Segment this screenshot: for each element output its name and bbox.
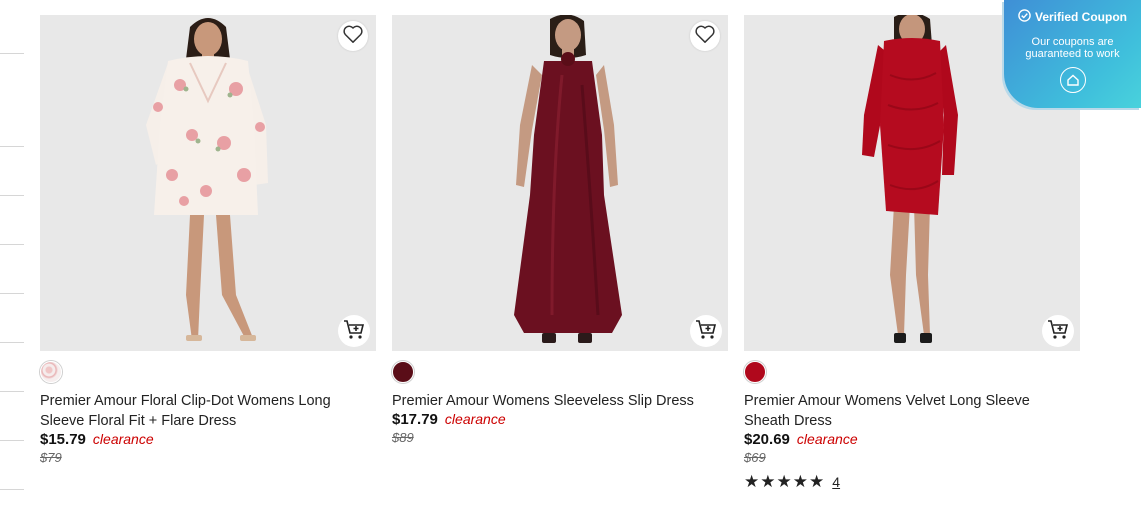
star-icon: ★	[760, 472, 776, 491]
star-icon: ★	[792, 472, 808, 491]
divider	[0, 342, 24, 343]
add-to-cart-button[interactable]	[690, 315, 722, 347]
sale-price: $17.79	[392, 411, 438, 428]
divider	[0, 391, 24, 392]
star-icon: ★	[809, 472, 825, 491]
product-title[interactable]: Premier Amour Floral Clip-Dot Womens Lon…	[40, 391, 360, 431]
add-to-cart-button[interactable]	[338, 315, 370, 347]
add-to-cart-icon	[1046, 318, 1070, 345]
review-count-link[interactable]: 4	[832, 474, 840, 490]
shield-home-icon	[1059, 67, 1086, 93]
price-row: $20.69 clearance	[744, 429, 858, 450]
product-card: Premier Amour Floral Clip-Dot Womens Lon…	[40, 15, 376, 465]
divider	[0, 293, 24, 294]
verified-coupon-widget[interactable]: Verified Coupon Our coupons are guarante…	[1004, 0, 1141, 108]
sale-price: $20.69	[744, 431, 790, 448]
product-image[interactable]	[40, 15, 376, 351]
original-price: $69	[744, 450, 766, 465]
clearance-label: clearance	[92, 431, 154, 447]
favorite-button[interactable]	[338, 21, 368, 51]
color-swatch[interactable]	[40, 361, 62, 383]
product-title[interactable]: Premier Amour Womens Sleeveless Slip Dre…	[392, 391, 712, 411]
clearance-label: clearance	[796, 431, 858, 447]
add-to-cart-button[interactable]	[1042, 315, 1074, 347]
star-icon: ★	[744, 472, 760, 491]
product-card: Premier Amour Womens Sleeveless Slip Dre…	[392, 15, 728, 445]
coupon-line: guaranteed to work	[1025, 48, 1120, 60]
heart-outline-icon	[694, 24, 716, 49]
clearance-label: clearance	[444, 411, 506, 427]
divider	[0, 440, 24, 441]
divider	[0, 489, 24, 490]
coupon-subtitle: Our coupons are guaranteed to work	[1004, 36, 1141, 60]
heart-outline-icon	[342, 24, 364, 49]
favorite-button[interactable]	[690, 21, 720, 51]
original-price: $79	[40, 450, 62, 465]
price-row: $15.79 clearance	[40, 429, 154, 450]
divider	[0, 146, 24, 147]
color-swatch[interactable]	[392, 361, 414, 383]
product-image[interactable]	[392, 15, 728, 351]
color-swatch[interactable]	[744, 361, 766, 383]
add-to-cart-icon	[342, 318, 366, 345]
star-icon: ★	[776, 472, 792, 491]
divider	[0, 195, 24, 196]
divider	[0, 53, 24, 54]
original-price: $89	[392, 430, 414, 445]
coupon-title: Verified Coupon	[1034, 10, 1127, 24]
divider	[0, 244, 24, 245]
product-title[interactable]: Premier Amour Womens Velvet Long Sleeve …	[744, 391, 1064, 431]
star-rating: ★ ★ ★ ★ ★ 4	[744, 473, 840, 490]
coupon-line: Our coupons are	[1031, 36, 1114, 48]
sale-price: $15.79	[40, 431, 86, 448]
price-row: $17.79 clearance	[392, 409, 506, 430]
add-to-cart-icon	[694, 318, 718, 345]
coupon-header: Verified Coupon	[1004, 9, 1141, 25]
check-circle-icon	[1018, 9, 1031, 25]
